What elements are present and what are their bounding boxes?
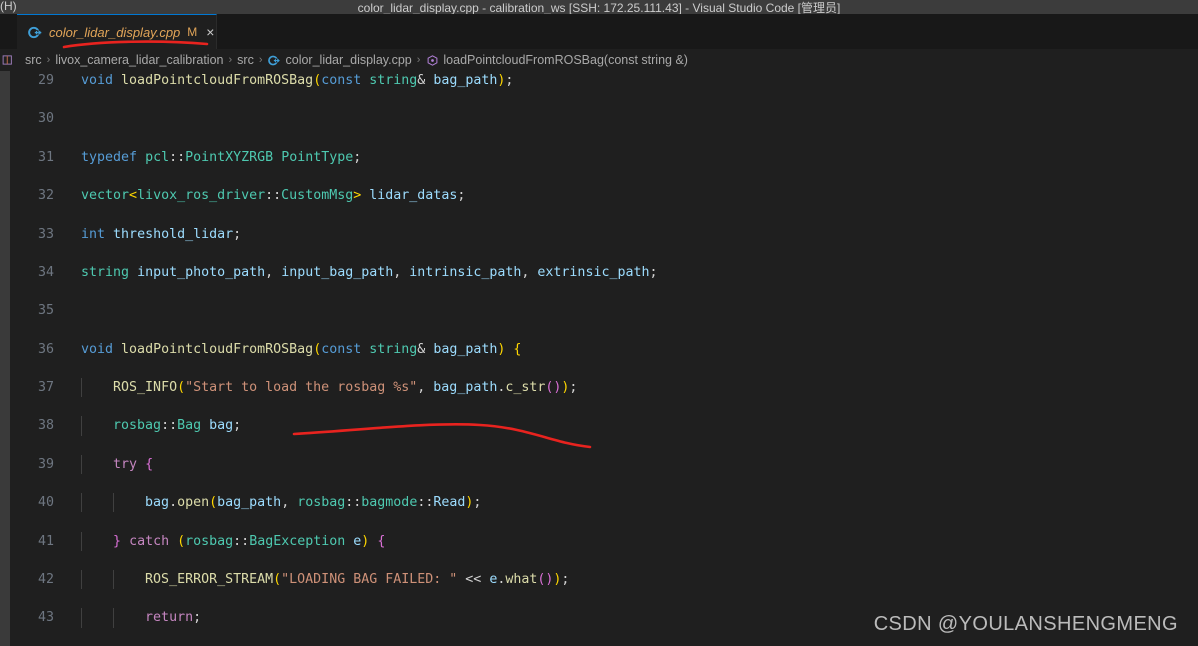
code-line-31[interactable]: 31 typedef pcl::PointXYZRGB PointType; — [17, 148, 1198, 167]
line-content: void loadPointcloudFromROSBag(const stri… — [81, 341, 522, 357]
code-line-36[interactable]: 36 void loadPointcloudFromROSBag(const s… — [17, 340, 1198, 359]
code-line-42[interactable]: 42 ROS_ERROR_STREAM("LOADING BAG FAILED:… — [17, 570, 1198, 590]
line-content: bag.open(bag_path, rosbag::bagmode::Read… — [145, 495, 482, 511]
code-line-30[interactable]: 30 — [17, 109, 1198, 128]
line-content: return; — [145, 610, 202, 626]
line-number: 39 — [37, 456, 54, 472]
line-content: try { — [113, 456, 154, 472]
line-number: 31 — [37, 149, 54, 165]
code-line-33[interactable]: 33 int threshold_lidar; — [17, 225, 1198, 244]
line-content: string input_photo_path, input_bag_path,… — [81, 264, 658, 280]
csdn-watermark: CSDN @YOULANSHENGMENG — [873, 613, 1178, 635]
editor-tab-strip: color_lidar_display.cpp M × — [0, 14, 1198, 50]
breadcrumb: src › livox_camera_lidar_calibration › s… — [25, 49, 688, 71]
breadcrumb-label: loadPointcloudFromROSBag(const string &) — [443, 53, 688, 67]
line-number: 41 — [37, 533, 54, 549]
code-line-39[interactable]: 39 try { — [17, 454, 1198, 475]
breadcrumb-item-1[interactable]: livox_camera_lidar_calibration — [55, 53, 223, 67]
window-title: color_lidar_display.cpp - calibration_ws… — [357, 1, 841, 14]
symbol-method-icon — [425, 53, 439, 67]
code-line-37[interactable]: 37 ROS_INFO("Start to load the rosbag %s… — [17, 378, 1198, 398]
line-content: ROS_ERROR_STREAM("LOADING BAG FAILED: " … — [145, 572, 570, 588]
breadcrumb-label: color_lidar_display.cpp — [285, 53, 412, 67]
code-line-41[interactable]: 41 } catch (rosbag::BagException e) { — [17, 531, 1198, 551]
breadcrumb-label: src — [237, 53, 254, 67]
breadcrumb-label: src — [25, 53, 42, 67]
code-line-40[interactable]: 40 bag.open(bag_path, rosbag::bagmode::R… — [17, 493, 1198, 513]
line-number: 37 — [37, 380, 54, 396]
code-line-32[interactable]: 32 vector<livox_ros_driver::CustomMsg> l… — [17, 186, 1198, 205]
line-number: 32 — [37, 188, 54, 204]
line-content: int threshold_lidar; — [81, 226, 242, 242]
line-number: 38 — [37, 418, 54, 434]
breadcrumb-separator: › — [228, 54, 233, 66]
line-number: 40 — [37, 495, 54, 511]
line-number: 43 — [37, 610, 54, 626]
line-content: rosbag::Bag bag; — [113, 418, 242, 434]
code-line-35[interactable]: 35 — [17, 301, 1198, 320]
tab-dirty-badge: M — [187, 25, 198, 39]
line-content: ROS_INFO("Start to load the rosbag %s", … — [113, 380, 578, 396]
cpp-file-icon — [268, 53, 282, 67]
breadcrumb-bar: src › livox_camera_lidar_calibration › s… — [0, 49, 1198, 71]
breadcrumb-separator: › — [46, 54, 51, 66]
breadcrumb-item-2[interactable]: src — [237, 53, 254, 67]
breadcrumb-separator: › — [416, 54, 421, 66]
code-lines[interactable]: 29 void loadPointcloudFromROSBag(const s… — [17, 71, 1198, 646]
line-content: } catch (rosbag::BagException e) { — [113, 533, 386, 549]
code-line-34[interactable]: 34 string input_photo_path, input_bag_pa… — [17, 263, 1198, 282]
line-content: typedef pcl::PointXYZRGB PointType; — [81, 149, 362, 165]
line-number: 29 — [37, 73, 54, 88]
window-titlebar: (H) color_lidar_display.cpp - calibratio… — [0, 0, 1198, 14]
editor-left-gap — [10, 71, 17, 646]
breadcrumb-separator: › — [258, 54, 263, 66]
breadcrumb-item-4[interactable]: loadPointcloudFromROSBag(const string &) — [425, 53, 688, 67]
line-number: 34 — [37, 264, 54, 280]
line-number: 42 — [37, 572, 54, 588]
editor-tab-color-lidar-display[interactable]: color_lidar_display.cpp M × — [17, 14, 217, 49]
code-line-38[interactable]: 38 rosbag::Bag bag; — [17, 416, 1198, 436]
code-line-29[interactable]: 29 void loadPointcloudFromROSBag(const s… — [17, 71, 1198, 90]
breadcrumb-item-3[interactable]: color_lidar_display.cpp — [268, 53, 412, 67]
line-number: 30 — [37, 111, 54, 127]
line-content: vector<livox_ros_driver::CustomMsg> lida… — [81, 188, 466, 204]
close-icon[interactable]: × — [206, 24, 214, 40]
breadcrumb-item-0[interactable]: src — [25, 53, 42, 67]
line-content: void loadPointcloudFromROSBag(const stri… — [81, 73, 514, 88]
code-editor[interactable]: 29 void loadPointcloudFromROSBag(const s… — [0, 71, 1198, 646]
breadcrumb-label: livox_camera_lidar_calibration — [55, 53, 224, 67]
line-number: 35 — [37, 303, 54, 319]
line-number: 36 — [37, 341, 54, 357]
line-number: 33 — [37, 226, 54, 242]
cpp-file-icon — [27, 24, 43, 40]
editor-left-strip — [0, 71, 10, 646]
split-editor-icon[interactable] — [1, 53, 14, 66]
tab-label: color_lidar_display.cpp — [49, 24, 181, 40]
